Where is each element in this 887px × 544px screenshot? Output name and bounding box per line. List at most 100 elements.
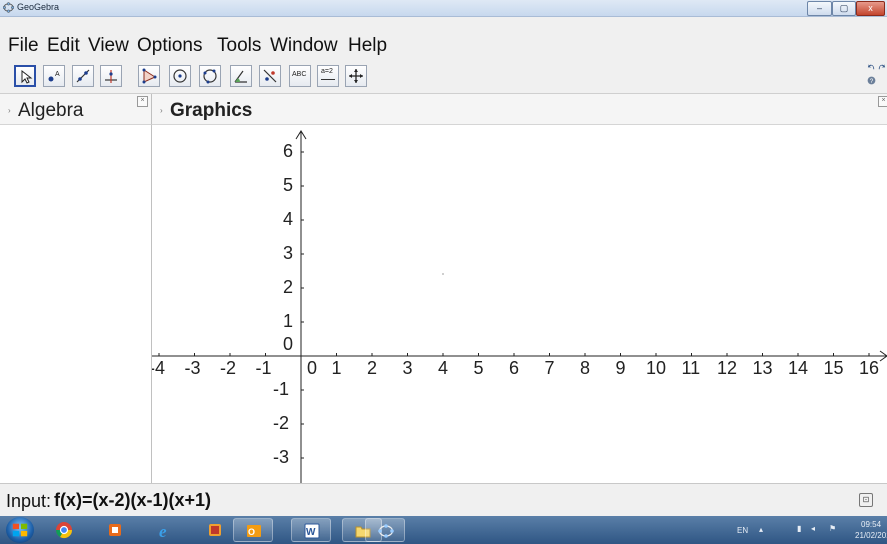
window-title: GeoGebra [17, 2, 60, 12]
algebra-view[interactable] [0, 125, 152, 483]
y-tick-label: -2 [273, 413, 290, 433]
graphics-close-icon[interactable]: × [878, 96, 887, 107]
angle-tool-button[interactable] [230, 65, 252, 87]
taskbar: e O W EN ▴ ▮ ◂ ⚑ 09:54 21/02/2013 [0, 516, 887, 544]
line-tool-icon [76, 69, 90, 83]
point-tool-icon: A [48, 71, 60, 82]
x-tick-label: 10 [646, 358, 667, 378]
x-tick-label: 13 [752, 358, 773, 378]
menu-tools[interactable]: Tools [217, 34, 261, 57]
x-tick-label: -2 [220, 358, 237, 378]
undo-icon[interactable] [867, 62, 876, 71]
x-tick-label: 7 [544, 358, 555, 378]
start-button[interactable] [6, 517, 34, 543]
move-graphics-tool-icon [349, 69, 363, 83]
minimize-button[interactable]: – [807, 1, 832, 16]
system-tray: EN ▴ ▮ ◂ ⚑ 09:54 21/02/2013 [707, 516, 887, 544]
menu-edit[interactable]: Edit [47, 34, 80, 57]
start-orb-icon [12, 523, 28, 537]
keyboard-icon[interactable]: ⊡ [859, 493, 873, 507]
x-tick-label: 8 [580, 358, 591, 378]
volume-icon[interactable]: ◂ [811, 524, 815, 533]
algebra-header: › Algebra × [0, 94, 152, 125]
taskbar-media[interactable] [195, 518, 235, 542]
perpendicular-tool-icon [105, 70, 117, 83]
language-indicator[interactable]: EN [737, 526, 748, 535]
text-tool-icon: ABC [292, 71, 307, 78]
point-tool-button[interactable]: A [43, 65, 65, 87]
move-tool-button[interactable] [14, 65, 36, 87]
svg-text:W: W [306, 527, 316, 538]
tray-arrow-icon[interactable]: ▴ [759, 525, 763, 534]
reflect-tool-icon [263, 69, 277, 83]
perpendicular-tool-button[interactable] [100, 65, 122, 87]
slider-track [321, 79, 335, 80]
word-icon: W [304, 523, 320, 539]
y-tick-label: 5 [283, 175, 294, 195]
x-tick-label: -1 [255, 358, 272, 378]
text-tool-button[interactable]: ABC [289, 65, 311, 87]
conic-tool-button[interactable] [199, 65, 221, 87]
redo-icon[interactable] [877, 62, 886, 71]
menu-options[interactable]: Options [137, 34, 202, 57]
point-marker [442, 273, 444, 275]
move-tool-icon [21, 69, 33, 84]
x-tick-label: 9 [615, 358, 626, 378]
graphics-collapse-icon[interactable]: › [160, 106, 163, 115]
help-icon[interactable]: ? [867, 76, 876, 85]
clock-time[interactable]: 09:54 [861, 520, 881, 529]
input-field[interactable] [54, 489, 854, 511]
taskbar-ie[interactable]: e [146, 518, 186, 542]
clock-date[interactable]: 21/02/2013 [855, 531, 887, 540]
x-tick-label: 12 [717, 358, 738, 378]
menu-bar: File Edit View Options Tools Window Help [0, 17, 887, 59]
menu-window[interactable]: Window [270, 34, 338, 57]
x-tick-label: 11 [681, 358, 701, 378]
taskbar-word[interactable]: W [291, 518, 331, 542]
circle-tool-button[interactable] [169, 65, 191, 87]
slider-tool-button[interactable]: a=2 [317, 65, 339, 87]
close-button[interactable]: x [856, 1, 885, 16]
svg-text:A: A [55, 71, 60, 78]
menu-help[interactable]: Help [348, 34, 387, 57]
taskbar-geogebra[interactable] [365, 518, 405, 542]
algebra-close-icon[interactable]: × [137, 96, 148, 107]
y-tick-label: 2 [283, 277, 294, 297]
input-label: Input: [6, 491, 52, 511]
graphics-view[interactable]: -4-3-2-1012345678910111213141516 6543210… [152, 125, 887, 483]
polygon-tool-icon [142, 68, 157, 84]
line-tool-button[interactable] [72, 65, 94, 87]
office-icon [109, 524, 121, 536]
maximize-button[interactable]: ▢ [832, 1, 856, 16]
move-graphics-tool-button[interactable] [345, 65, 367, 87]
taskbar-outlook[interactable]: O [233, 518, 273, 542]
network-icon[interactable]: ▮ [797, 524, 801, 533]
axes [152, 130, 887, 483]
polygon-tool-button[interactable] [138, 65, 160, 87]
x-tick-label: 0 [307, 358, 318, 378]
input-bar: Input: ⊡ [0, 483, 887, 517]
chrome-icon [55, 522, 73, 539]
media-icon [209, 524, 221, 536]
y-tick-label: 4 [283, 209, 294, 229]
algebra-collapse-icon[interactable]: › [8, 106, 11, 115]
algebra-title: Algebra [18, 100, 84, 121]
toolbar: A ABC a=2 [0, 59, 887, 94]
angle-tool-icon [234, 70, 247, 83]
x-tick-label: 15 [823, 358, 844, 378]
y-tick-label: -1 [273, 379, 290, 399]
conic-tool-icon [203, 69, 217, 84]
y-tick-label: 0 [283, 334, 294, 354]
y-tick-label: 6 [283, 141, 294, 161]
menu-view[interactable]: View [88, 34, 129, 57]
taskbar-chrome[interactable] [44, 518, 84, 542]
menu-file[interactable]: File [8, 34, 39, 57]
flag-icon[interactable]: ⚑ [829, 524, 836, 533]
geogebra-icon [378, 524, 394, 538]
taskbar-office[interactable] [95, 518, 135, 542]
x-tick-label: 5 [473, 358, 484, 378]
svg-text:e: e [159, 522, 167, 539]
reflect-tool-button[interactable] [259, 65, 281, 87]
y-tick-label: 3 [283, 243, 294, 263]
internet-explorer-icon: e [159, 522, 167, 539]
